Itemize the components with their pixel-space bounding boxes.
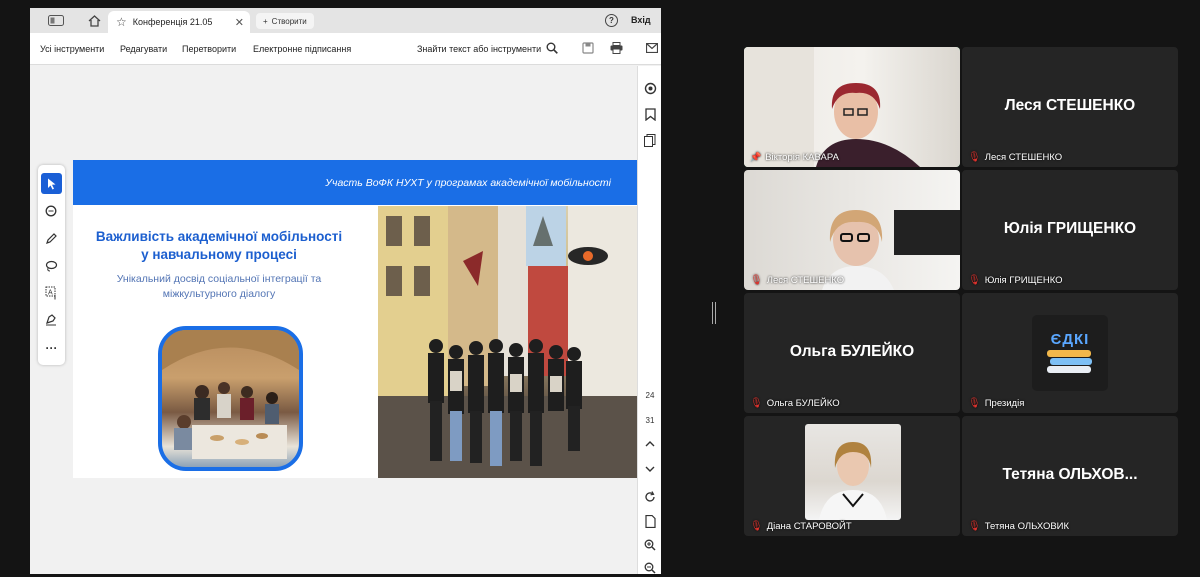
star-icon[interactable]: ☆	[116, 15, 127, 29]
participant-name: Леся СТЕШЕНКО	[984, 152, 1063, 163]
mail-icon[interactable]	[645, 42, 659, 56]
ai-assistant-icon[interactable]	[642, 80, 658, 96]
participant-tile[interactable]: 📌 Вікторія КАВАРА	[744, 47, 960, 167]
menu-e-sign[interactable]: Електронне підписання	[253, 44, 351, 54]
tab-bar: ☆ Конференція 21.05 ✕ + Створити ? Вхід	[30, 8, 661, 33]
right-rail: 24 31	[637, 66, 661, 574]
participant-big-name: Леся СТЕШЕНКО	[1004, 97, 1136, 114]
participant-big-name: Тетяна ОЛЬХОВ...	[1002, 466, 1138, 483]
mic-off-icon: 🎙	[750, 521, 763, 532]
participant-name: Діана СТАРОВОЙТ	[766, 521, 852, 532]
zoom-out-icon[interactable]	[642, 560, 658, 574]
participant-label: 📌 Вікторія КАВАРА	[750, 152, 839, 163]
slide-header-text: Участь ВоФК НУХТ у програмах академічної…	[325, 177, 611, 189]
tab-title: Конференція 21.05	[132, 17, 213, 27]
shared-pdf-viewer: ☆ Конференція 21.05 ✕ + Створити ? Вхід …	[30, 8, 661, 574]
home-icon[interactable]	[86, 12, 103, 29]
mic-off-icon: 🎙	[968, 398, 981, 409]
slide-title: Важливість академічної мобільності у нав…	[95, 229, 343, 262]
menu-convert[interactable]: Перетворити	[182, 44, 236, 54]
current-page-number[interactable]: 24	[640, 391, 660, 400]
slide: Участь ВоФК НУХТ у програмах академічної…	[73, 160, 637, 478]
create-label: Створити	[271, 16, 307, 26]
mic-off-icon: 🎙	[750, 398, 763, 409]
menu-bar: Усі інструменти Редагувати Перетворити Е…	[30, 33, 661, 65]
comment-tool-icon[interactable]	[41, 201, 62, 222]
participant-label: 🎙 Діана СТАРОВОЙТ	[750, 521, 852, 532]
participant-label: 🎙 Президія	[968, 398, 1024, 409]
mic-off-icon: 🎙	[968, 152, 981, 163]
logo-text: ЄДКІ	[1050, 330, 1090, 348]
pin-icon: 📌	[750, 152, 762, 162]
mic-off-icon: 🎙	[750, 275, 763, 286]
panel-resize-handle[interactable]	[712, 302, 716, 324]
participant-tile[interactable]: Леся СТЕШЕНКО 🎙 Леся СТЕШЕНКО	[962, 47, 1178, 167]
participant-tile[interactable]: ЄДКІ 🎙 Президія	[962, 293, 1178, 413]
svg-text:A: A	[48, 289, 53, 296]
more-tools-icon[interactable]: ···	[41, 337, 62, 358]
print-icon[interactable]	[610, 42, 623, 57]
group-dinner-photo	[158, 326, 303, 471]
participant-photo	[805, 424, 901, 520]
total-pages: 31	[645, 416, 655, 425]
sign-in-button[interactable]: Вхід	[631, 15, 651, 25]
mic-off-icon: 🎙	[968, 521, 981, 532]
participant-video	[744, 47, 960, 167]
participant-video	[744, 170, 960, 290]
participant-name: Ольга БУЛЕЙКО	[766, 398, 840, 409]
participant-name: Леся СТЕШЕНКО	[766, 275, 845, 286]
document-icon[interactable]	[642, 513, 658, 529]
create-button[interactable]: + Створити	[256, 13, 314, 29]
close-tab-icon[interactable]: ✕	[235, 16, 244, 29]
participant-label: 🎙 Леся СТЕШЕНКО	[968, 152, 1062, 163]
participant-name: Вікторія КАВАРА	[765, 152, 839, 163]
participant-name: Тетяна ОЛЬХОВИК	[984, 521, 1070, 532]
pen-tool-icon[interactable]	[41, 228, 62, 249]
slide-subtitle: Унікальний досвід соціальної інтеграції …	[116, 273, 322, 300]
participant-name: Президія	[984, 398, 1025, 409]
participant-tile[interactable]: 🎙 Леся СТЕШЕНКО	[744, 170, 960, 290]
menu-edit[interactable]: Редагувати	[120, 44, 167, 54]
participant-label: 🎙 Ольга БУЛЕЙКО	[750, 398, 840, 409]
participant-tile[interactable]: Тетяна ОЛЬХОВ... 🎙 Тетяна ОЛЬХОВИК	[962, 416, 1178, 536]
refresh-icon[interactable]	[642, 489, 658, 505]
participant-big-name: Ольга БУЛЕЙКО	[789, 343, 915, 360]
chevron-up-icon[interactable]	[642, 436, 658, 452]
sidebar-toggle-icon[interactable]	[42, 12, 70, 29]
participant-big-name: Юлія ГРИЩЕНКО	[1003, 220, 1137, 237]
lasso-tool-icon[interactable]	[41, 255, 62, 276]
search-icon[interactable]	[546, 42, 558, 57]
plus-icon: +	[263, 16, 268, 26]
participant-name: Юлія ГРИЩЕНКО	[984, 275, 1063, 286]
tab-document[interactable]: ☆ Конференція 21.05 ✕	[108, 11, 250, 33]
edki-logo: ЄДКІ	[1032, 315, 1108, 391]
slide-header-bar: Участь ВоФК НУХТ у програмах академічної…	[73, 160, 637, 205]
annotation-toolbar: A ···	[38, 165, 65, 365]
zoom-in-icon[interactable]	[642, 537, 658, 553]
group-street-photo	[378, 206, 637, 478]
participant-label: 🎙 Юлія ГРИЩЕНКО	[968, 275, 1063, 286]
mic-off-icon: 🎙	[968, 275, 981, 286]
help-icon[interactable]: ?	[605, 14, 618, 27]
participant-tile[interactable]: Юлія ГРИЩЕНКО 🎙 Юлія ГРИЩЕНКО	[962, 170, 1178, 290]
find-tools-input[interactable]: Знайти текст або інструменти	[417, 44, 541, 54]
text-tool-icon[interactable]: A	[41, 282, 62, 303]
conference-screen: ☆ Конференція 21.05 ✕ + Створити ? Вхід …	[0, 0, 1200, 577]
participant-label: 🎙 Леся СТЕШЕНКО	[750, 275, 844, 286]
participant-label: 🎙 Тетяна ОЛЬХОВИК	[968, 521, 1069, 532]
participant-tile[interactable]: Ольга БУЛЕЙКО 🎙 Ольга БУЛЕЙКО	[744, 293, 960, 413]
books-icon	[1047, 349, 1092, 373]
bookmark-icon[interactable]	[642, 106, 658, 122]
select-tool-icon[interactable]	[41, 173, 62, 194]
participant-tile[interactable]: 🎙 Діана СТАРОВОЙТ	[744, 416, 960, 536]
save-icon[interactable]	[582, 42, 594, 57]
stamp-tool-icon[interactable]	[41, 309, 62, 330]
chevron-down-icon[interactable]	[642, 461, 658, 477]
menu-all-tools[interactable]: Усі інструменти	[40, 44, 104, 54]
pages-icon[interactable]	[642, 132, 658, 148]
